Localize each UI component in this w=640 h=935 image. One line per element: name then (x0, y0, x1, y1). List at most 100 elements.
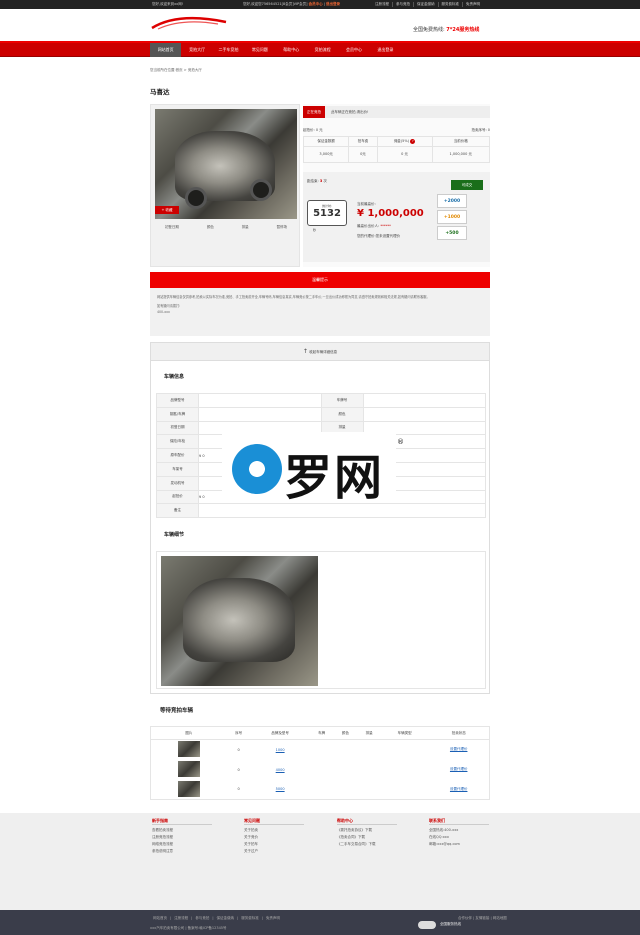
model-link[interactable]: 1000 (276, 748, 285, 752)
nav-used-car[interactable]: 二手车竞拍 (213, 43, 244, 57)
car-image-panel: + 收藏 初登日期 颜色 排量 暂停场 (150, 104, 300, 267)
gallery-title: 车辆细节 (164, 532, 185, 538)
set-proxy-link[interactable]: 设置代理价 (450, 787, 468, 791)
vehicle-detail: ↑ 收起车辆详细信息 车辆信息 品牌型号 车牌号 钥匙/车牌 颜色 初登日期 排量 保… (150, 342, 490, 694)
footer-link[interactable]: 《委托拍卖协议》下载 (337, 827, 397, 834)
footer-link[interactable]: 查看拍卖流程 (152, 827, 212, 834)
welcome-text: 您好,欢迎来到xx网! (152, 2, 184, 6)
increment-buttons: +2000 +1000 +500 (437, 194, 467, 242)
arrow-up-icon: ↑ (302, 348, 308, 355)
logout-link[interactable]: 退出登录 (326, 2, 340, 6)
footer-link[interactable]: 网络竞拍流程 (152, 841, 212, 848)
top-link-fees[interactable]: 服务费标准 (437, 2, 463, 7)
model-link[interactable]: 4000 (276, 768, 285, 772)
proxy-price: 您的代理价:您未设置代理价 (357, 234, 401, 238)
footer: 新手指南 查看拍卖流程 注册竞拍流程 网络竞拍流程 参拍说明注意 常见问题 关于… (0, 813, 640, 910)
nav-logout[interactable]: 退出登录 (370, 43, 401, 57)
watermark-icon (232, 444, 282, 494)
nav-home[interactable]: 网站首页 (150, 43, 182, 57)
nav-faq[interactable]: 常见问题 (244, 43, 275, 57)
member-center-link[interactable]: 会员中心 (309, 2, 323, 6)
top-bar: 您好,欢迎来到xx网! 您好,欢迎您756564521[8会员]VIP会员] 会… (0, 0, 640, 9)
timer-unit: 秒 (313, 228, 317, 232)
start-price: 起拍价: 0 元 (303, 128, 323, 132)
current-price-label: 当前最高价: (357, 202, 376, 206)
collapse-toggle[interactable]: ↑ 收起车辆详细信息 (151, 343, 489, 361)
help-icon[interactable]: ? (410, 139, 416, 144)
footer-link[interactable]: 关于过户 (244, 848, 304, 855)
fee-value: 3,000元 (302, 146, 350, 163)
attr-color: 颜色 (206, 225, 214, 229)
footer-link[interactable]: 关于竞价 (244, 834, 304, 841)
bottom-link[interactable]: 参与竞拍 (192, 916, 212, 921)
footer-link[interactable]: 《二手车交易合同》下载 (337, 841, 397, 848)
hotline: 全国免费热线: 7*24服务热线 (413, 27, 480, 33)
fee-header: 佣金(5%) ? (376, 136, 433, 147)
bottom-link[interactable]: 注册流程 (171, 916, 191, 921)
attr-paused: 暂停场 (276, 225, 288, 229)
set-proxy-link[interactable]: 设置代理价 (450, 767, 468, 771)
bid-plus-500-button[interactable]: +500 (437, 226, 467, 240)
status-row: 正在竞拍 此车辆正在竞拍,请出价! (303, 106, 490, 118)
nav-process[interactable]: 竞拍流程 (307, 43, 338, 57)
countdown-text: 距结束: 3 次 (307, 179, 327, 183)
fee-table: 保证金数额 拍车费 佣金(5%) ? 当前价格 3,000元 0元 0 元 1,… (302, 136, 491, 163)
timer-value: 5132 (313, 208, 341, 219)
footer-col-help: 帮助中心 《委托拍卖协议》下载 《拍卖合同》下载 《二手车交易合同》下载 (337, 817, 397, 848)
set-proxy-link[interactable]: 设置代理价 (450, 747, 468, 751)
registered-icon: ® (397, 438, 404, 446)
favorite-button[interactable]: + 收藏 (155, 206, 179, 214)
waiting-table: 图片 序号 品牌及型号 车牌 颜色 排量 车辆类型 拍卖状态 0 1000 设置代理价 0 4000… (150, 726, 490, 800)
fee-header: 拍车费 (348, 136, 378, 147)
top-link-deposit[interactable]: 保证金缴纳 (413, 2, 438, 7)
footer-link[interactable]: 关于拍车 (244, 841, 304, 848)
table-row: 0 5000 设置代理价 (151, 780, 490, 800)
status-badge: 正在竞拍 (303, 106, 325, 118)
timer-box: 倒计时: 5132 (307, 200, 347, 226)
table-row: 0 1000 设置代理价 (151, 740, 490, 760)
wheel-shape (185, 187, 207, 209)
watermark-logo: 罗网 ® (222, 432, 404, 506)
gallery-image[interactable] (161, 556, 318, 686)
top-link-bid[interactable]: 参与竞拍 (392, 2, 413, 7)
car-attrs: 初登日期 颜色 排量 暂停场 (151, 225, 301, 230)
nav-help[interactable]: 帮助中心 (276, 43, 307, 57)
footer-link[interactable]: 注册竞拍流程 (152, 834, 212, 841)
nav-auction-hall[interactable]: 竞拍大厅 (181, 43, 212, 57)
bottom-link[interactable]: 服务费标准 (238, 916, 262, 921)
footer-link[interactable]: 参拍说明注意 (152, 848, 212, 855)
model-link[interactable]: 5000 (276, 787, 285, 791)
car-body-shape (183, 578, 295, 662)
top-links: 注册流程 参与竞拍 保证金缴纳 服务费标准 免责声明 (372, 2, 483, 7)
waiting-title: 等待竞拍车辆 (160, 708, 194, 714)
auction-panel: 正在竞拍 此车辆正在竞拍,请出价! 起拍价: 0 元 拍卖序号: 0 保证金数额… (302, 104, 491, 267)
top-bidder: 最高价出价人: ****** (357, 224, 391, 228)
watermark-text: 罗网 (284, 450, 385, 506)
car-thumbnail[interactable] (177, 780, 200, 797)
breadcrumb: 您当前所在位置:首页 > 竞拍大厅 (150, 68, 202, 72)
bid-box: 距结束: 3 次 可成交 倒计时: 5132 秒 当前最高价: ¥ 1,000,… (303, 172, 490, 262)
bottom-link[interactable]: 免责声明 (263, 916, 283, 921)
logo[interactable] (148, 12, 228, 32)
footer-link[interactable]: 《拍卖合同》下载 (337, 834, 397, 841)
footer-link[interactable]: 关于拍卖 (244, 827, 304, 834)
top-link-register[interactable]: 注册流程 (372, 2, 392, 7)
top-link-disclaimer[interactable]: 免责声明 (462, 2, 483, 7)
bottom-link[interactable]: 保证金缴纳 (214, 916, 238, 921)
car-thumbnail[interactable] (177, 741, 200, 758)
copyright: xxx汽车拍卖有限公司 | 备案号:赣ICP备12345号 (150, 926, 227, 930)
bottom-right-links[interactable]: 合作伙伴 | 友情链接 | 网站地图 (458, 916, 507, 921)
bottom-link[interactable]: 网站首页 (150, 916, 170, 921)
car-main-image[interactable] (155, 109, 297, 219)
current-price: ¥ 1,000,000 (357, 208, 424, 219)
fee-value: 0元 (348, 146, 378, 163)
bid-plus-1000-button[interactable]: +1000 (437, 210, 467, 224)
bid-plus-2000-button[interactable]: +2000 (437, 194, 467, 208)
header (0, 9, 640, 41)
attr-first-reg: 初登日期 (164, 225, 179, 229)
nav-member[interactable]: 会员中心 (338, 43, 369, 57)
wheel-shape (250, 179, 272, 201)
hotline-badge-text: 全国服务热线 (440, 922, 461, 926)
table-row: 0 4000 设置代理价 (151, 760, 490, 780)
car-thumbnail[interactable] (177, 761, 200, 777)
